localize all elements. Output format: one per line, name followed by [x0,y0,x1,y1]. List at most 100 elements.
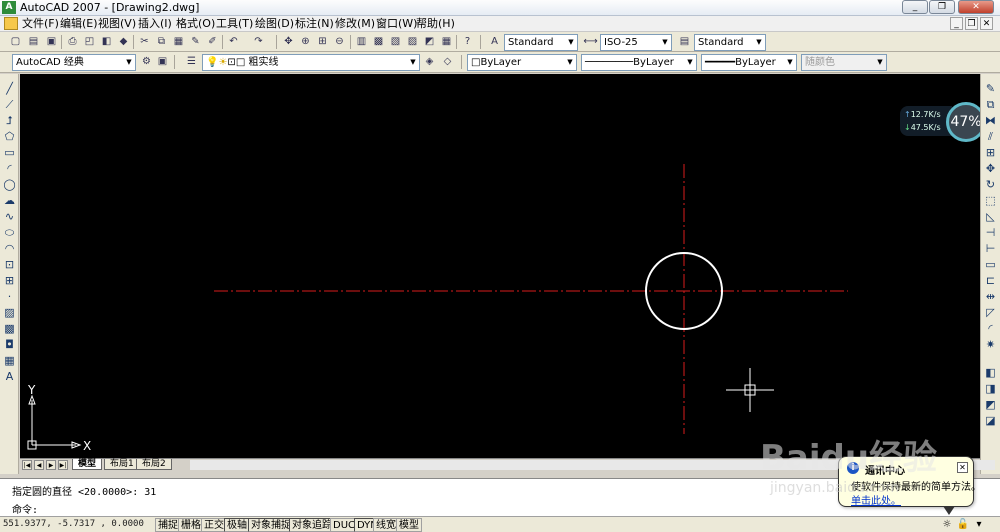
print-preview-icon[interactable]: ◰ [82,35,97,49]
layer-manager-icon[interactable]: ☰ [184,55,199,69]
status-menu-icon[interactable]: ▾ [972,518,986,531]
ellipse-icon[interactable]: ⬭ [2,226,17,240]
minimize-button[interactable]: _ [902,0,928,14]
hatch-icon[interactable]: ▨ [2,306,17,320]
otrack-toggle[interactable]: 对象追踪 [289,518,335,532]
doc-close-button[interactable]: ✕ [980,17,993,30]
network-monitor-widget[interactable]: ↑12.7K/s ↓47.5K/s 47% [900,102,980,142]
spline-icon[interactable]: ∿ [2,210,17,224]
publish-icon[interactable]: ◧ [99,35,114,49]
layer-select[interactable]: 💡☀⊡□ 粗实线 ▼ [202,54,420,71]
stretch-icon[interactable]: ◺ [983,210,998,224]
workspace-settings-icon[interactable]: ⚙ [139,55,154,69]
menu-modify[interactable]: 修改(M) [333,17,377,31]
zoom-previous-icon[interactable]: ⊖ [332,35,347,49]
linetype-select[interactable]: ────────ByLayer ▼ [581,54,697,71]
extend-icon[interactable]: ⊢ [983,242,998,256]
menu-window[interactable]: 窗口(W) [374,17,419,31]
prev-tab-icon[interactable]: ◀ [34,460,44,470]
circle-icon[interactable]: ◯ [2,178,17,192]
send-to-back-icon[interactable]: ◩ [983,398,998,412]
construction-line-icon[interactable]: ⟋ [2,98,17,112]
menu-tools[interactable]: 工具(T) [214,17,255,31]
match-properties-icon[interactable]: ✎ [188,35,203,49]
close-button[interactable]: ✕ [958,0,994,14]
paste-icon[interactable]: ▦ [171,35,186,49]
color-select[interactable]: □ByLayer ▼ [467,54,577,71]
explode-icon[interactable]: ✷ [983,338,998,352]
text-style-select[interactable]: Standard ▼ [504,34,578,51]
block-editor-icon[interactable]: ✐ [205,35,220,49]
make-block-icon[interactable]: ⊞ [2,274,17,288]
tab-model[interactable]: 模型 [72,459,103,470]
command-prompt[interactable]: 命令: [12,501,38,516]
rotate-icon[interactable]: ↻ [983,178,998,192]
last-tab-icon[interactable]: ▶| [58,460,68,470]
menu-format[interactable]: 格式(O) [174,17,217,31]
point-icon[interactable]: · [2,290,17,304]
mirror-icon[interactable]: ⧓ [983,114,998,128]
osnap-toggle[interactable]: 对象捕捉 [248,518,294,532]
help-icon[interactable]: ? [460,35,475,49]
polygon-icon[interactable]: ⬠ [2,130,17,144]
revision-cloud-icon[interactable]: ☁ [2,194,17,208]
region-icon[interactable]: ◘ [2,338,17,352]
cut-icon[interactable]: ✂ [137,35,152,49]
open-icon[interactable]: ▤ [26,35,41,49]
menu-dimension[interactable]: 标注(N) [293,17,336,31]
dim-style-select[interactable]: ISO-25 ▼ [600,34,672,51]
sheet-set-icon[interactable]: ▨ [405,35,420,49]
line-icon[interactable]: ╱ [2,82,17,96]
copy-icon[interactable]: ⧉ [154,35,169,49]
doc-minimize-button[interactable]: _ [950,17,963,30]
bring-to-front-icon[interactable]: ◨ [983,382,998,396]
gradient-icon[interactable]: ▩ [2,322,17,336]
first-tab-icon[interactable]: |◀ [22,460,32,470]
menu-insert[interactable]: 插入(I) [136,17,174,31]
menu-file[interactable]: 文件(F) [20,17,61,31]
menu-help[interactable]: 帮助(H) [414,17,457,31]
undo-icon[interactable]: ↶ [226,35,241,49]
zoom-window-icon[interactable]: ⊞ [315,35,330,49]
ellipse-arc-icon[interactable]: ◠ [2,242,17,256]
table-style-select[interactable]: Standard ▼ [694,34,766,51]
menu-edit[interactable]: 编辑(E) [58,17,100,31]
tab-layout2[interactable]: 布局2 [136,459,172,470]
tool-palettes-icon[interactable]: ▧ [388,35,403,49]
doc-restore-button[interactable]: ❐ [965,17,978,30]
document-icon[interactable] [4,17,18,30]
move-icon[interactable]: ✥ [983,162,998,176]
polar-toggle[interactable]: 极轴 [224,518,250,532]
polyline-icon[interactable]: ⮥ [2,114,17,128]
new-icon[interactable]: ▢ [8,35,23,49]
array-icon[interactable]: ⊞ [983,146,998,160]
menu-draw[interactable]: 绘图(D) [253,17,296,31]
etransmit-icon[interactable]: ◆ [116,35,131,49]
workspace-select[interactable]: AutoCAD 经典 ▼ [12,54,136,71]
make-current-layer-icon[interactable]: ◈ [422,55,437,69]
chamfer-icon[interactable]: ◸ [983,306,998,320]
trim-icon[interactable]: ⊣ [983,226,998,240]
erase-icon[interactable]: ✎ [983,82,998,96]
toolbar-lock-icon[interactable]: 🔓 [956,518,970,531]
bring-above-icon[interactable]: ◪ [983,414,998,428]
next-tab-icon[interactable]: ▶ [46,460,56,470]
properties-icon[interactable]: ▥ [354,35,369,49]
print-icon[interactable]: ⎙ [65,35,80,49]
break-at-point-icon[interactable]: ▭ [983,258,998,272]
plot-style-select[interactable]: 随颜色 ▼ [801,54,887,71]
model-toggle[interactable]: 模型 [396,518,422,532]
lineweight-select[interactable]: ━━━━━ByLayer ▼ [701,54,797,71]
zoom-realtime-icon[interactable]: ⊕ [298,35,313,49]
menu-view[interactable]: 视图(V) [96,17,138,31]
drawing-canvas[interactable]: Y X ↑12.7K/s ↓47.5K/s 47% [20,74,980,458]
redo-icon[interactable]: ↷ [251,35,266,49]
arc-icon[interactable]: ◜ [2,162,17,176]
markup-icon[interactable]: ◩ [422,35,437,49]
join-icon[interactable]: ⇹ [983,290,998,304]
cursor-coordinates[interactable]: 551.9377, -5.7317 , 0.0000 [3,519,144,529]
fillet-icon[interactable]: ◜ [983,322,998,336]
tab-layout1[interactable]: 布局1 [104,459,140,470]
save-icon[interactable]: ▣ [44,35,59,49]
table-icon[interactable]: ▦ [2,354,17,368]
